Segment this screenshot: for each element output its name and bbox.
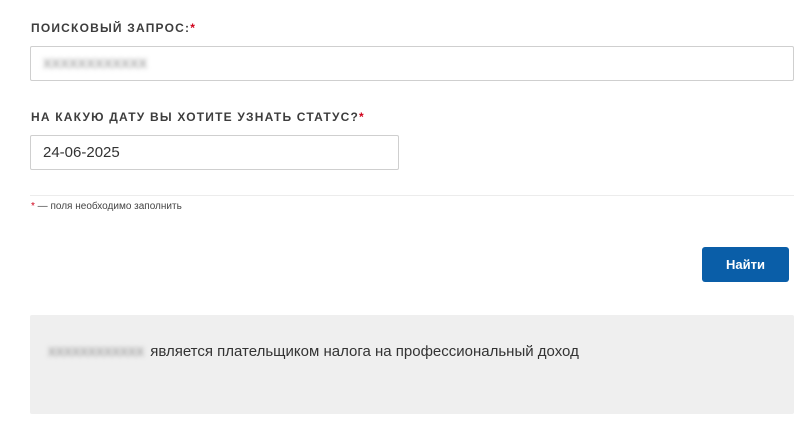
status-date-label-text: НА КАКУЮ ДАТУ ВЫ ХОТИТЕ УЗНАТЬ СТАТУС? [31, 110, 360, 124]
search-query-input[interactable]: XXXXXXXXXXXX [30, 46, 794, 81]
find-button[interactable]: Найти [702, 247, 789, 282]
required-fields-note: * — поля необходимо заполнить [31, 201, 182, 212]
required-mark: * [359, 110, 365, 124]
result-status-text: является плательщиком налога на професси… [146, 343, 579, 360]
npd-status-form-page: ПОИСКОВЫЙ ЗАПРОС:* XXXXXXXXXXXX НА КАКУЮ… [0, 0, 800, 426]
status-date-label: НА КАКУЮ ДАТУ ВЫ ХОТИТЕ УЗНАТЬ СТАТУС?* [31, 110, 365, 124]
result-panel: XXXXXXXXXXXX является плательщиком налог… [30, 315, 794, 414]
status-date-input[interactable]: 24-06-2025 [30, 135, 399, 170]
search-query-label-text: ПОИСКОВЫЙ ЗАПРОС: [31, 21, 191, 35]
status-date-value: 24-06-2025 [43, 144, 120, 161]
result-id-redacted: XXXXXXXXXXXX [48, 345, 145, 359]
required-fields-note-text: — поля необходимо заполнить [34, 201, 182, 212]
search-query-value-redacted: XXXXXXXXXXXX [43, 56, 148, 71]
result-message: XXXXXXXXXXXX является плательщиком налог… [48, 343, 579, 360]
search-query-label: ПОИСКОВЫЙ ЗАПРОС:* [31, 21, 196, 35]
required-mark: * [190, 21, 197, 35]
form-divider [30, 195, 794, 196]
